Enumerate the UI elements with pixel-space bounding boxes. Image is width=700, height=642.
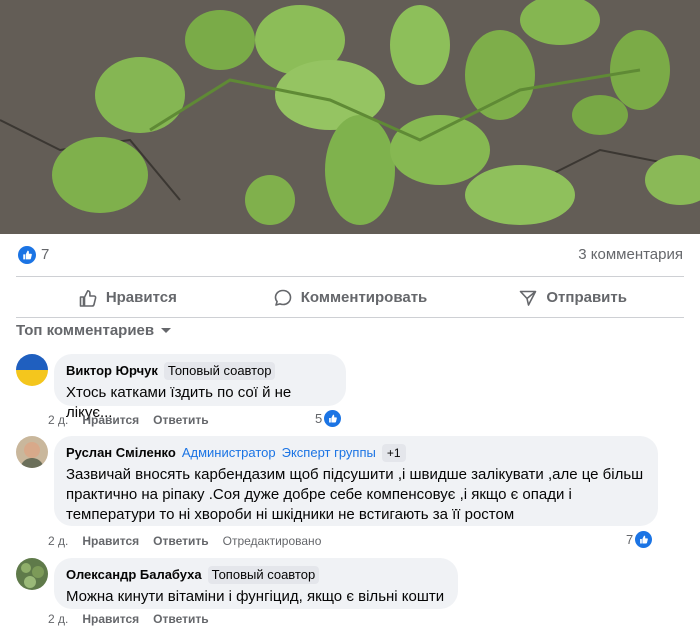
avatar[interactable] [16, 436, 48, 468]
top-contributor-badge: Топовый соавтор [163, 362, 276, 380]
admin-badge: Администратор [181, 445, 276, 460]
comment-bubble: Руслан Сміленко Администратор Эксперт гр… [54, 436, 658, 526]
comment-reaction-count: 5 [315, 411, 323, 426]
like-reaction-icon [635, 531, 653, 548]
comment-reactions[interactable]: 7 [626, 531, 653, 548]
comment-text-line: Зазвичай вносять карбендазим щоб підсуши… [66, 466, 644, 483]
comment-footer: 2 д. Нравится Ответить [48, 413, 209, 427]
comment-reaction-count: 7 [626, 532, 634, 547]
comment-button-label: Комментировать [300, 289, 428, 306]
comment-bubble: Олександр Балабуха Топовый соавтор Можна… [54, 558, 458, 609]
divider [16, 317, 684, 318]
comment-footer: 2 д. Нравится Ответить [48, 612, 209, 626]
comment-sort-label: Топ комментариев [16, 322, 155, 339]
share-button[interactable]: Отправить [461, 279, 684, 316]
comment-bubble: Виктор Юрчук Топовый соавтор Хтось катка… [54, 354, 346, 421]
top-contributor-badge: Топовый соавтор [207, 566, 320, 584]
like-count[interactable]: 7 [41, 246, 49, 263]
post-stats: 7 3 комментария [0, 234, 700, 278]
edited-label[interactable]: Отредактировано [223, 534, 322, 548]
thumbs-up-icon [79, 289, 97, 307]
comment-reply-button[interactable]: Ответить [153, 534, 208, 548]
avatar[interactable] [16, 558, 48, 590]
comment-like-button[interactable]: Нравится [82, 413, 139, 427]
like-reaction-icon [324, 410, 342, 427]
like-reaction-icon[interactable] [18, 246, 36, 264]
comment-footer: 2 д. Нравится Ответить Отредактировано [48, 534, 321, 548]
comment-author[interactable]: Виктор Юрчук [66, 363, 158, 379]
ukraine-flag-avatar-icon [16, 354, 48, 386]
comment-text: Зазвичай вносять карбендазим щоб підсуши… [66, 465, 646, 525]
comment-button[interactable]: Комментировать [239, 279, 462, 316]
comment-reply-button[interactable]: Ответить [153, 612, 208, 626]
comments-count[interactable]: 3 комментария [578, 246, 683, 263]
comment-sort-dropdown[interactable]: Топ комментариев [16, 322, 172, 339]
comment-text: Можна кинути вітаміни і фунгіцид, якщо є… [66, 588, 445, 605]
comment-like-button[interactable]: Нравится [82, 534, 139, 548]
comment-author[interactable]: Руслан Сміленко [66, 445, 176, 461]
send-icon [520, 290, 537, 306]
avatar[interactable] [16, 354, 48, 386]
like-button[interactable]: Нравится [16, 279, 239, 316]
comment-text-line: температури то ні хвороби ні шкідники не… [66, 506, 515, 523]
like-button-label: Нравится [105, 289, 177, 306]
user-photo-avatar-icon [16, 436, 48, 468]
share-button-label: Отправить [546, 289, 627, 306]
more-badges-button[interactable]: +1 [381, 444, 406, 462]
comment-time[interactable]: 2 д. [48, 612, 68, 626]
comment-reply-button[interactable]: Ответить [153, 413, 208, 427]
post-photo[interactable] [0, 0, 700, 234]
comment-icon [274, 289, 292, 306]
group-expert-badge: Эксперт группы [281, 445, 376, 460]
comment-author[interactable]: Олександр Балабуха [66, 567, 202, 583]
divider [16, 276, 684, 277]
chevron-down-icon [161, 327, 172, 333]
comment-text-line: практично на ріпаку .Соя дуже добре себе… [66, 486, 572, 503]
plant-photo-avatar-icon [16, 558, 48, 590]
post-actions: Нравится Комментировать Отправить [16, 279, 684, 316]
comment-time[interactable]: 2 д. [48, 413, 68, 427]
comment-time[interactable]: 2 д. [48, 534, 68, 548]
comment-like-button[interactable]: Нравится [82, 612, 139, 626]
soybean-plants-image [0, 0, 700, 234]
comment-reactions[interactable]: 5 [315, 410, 342, 427]
